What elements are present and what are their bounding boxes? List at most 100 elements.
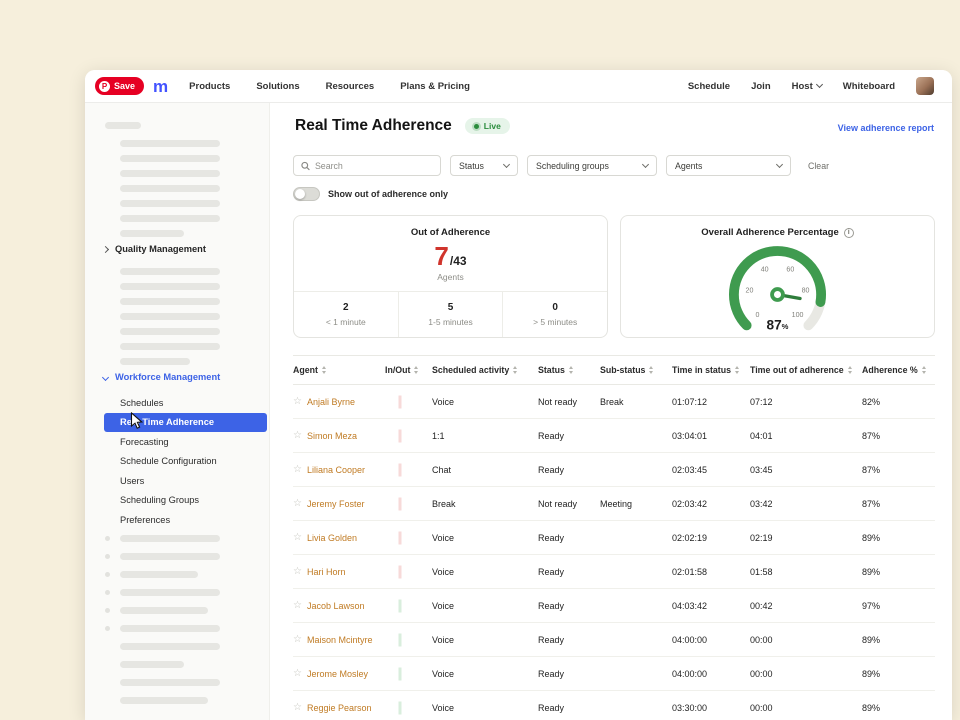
sidebar-item-workforce-management[interactable]: Workforce Management [103,372,220,382]
table-row[interactable]: ☆ Jacob Lawson Voice Ready 04:03:42 00:4… [293,589,935,623]
agents-subtitle: Agents [437,272,463,282]
sort-icon[interactable] [848,366,852,374]
sidebar-subitem-label: Preferences [120,515,170,525]
search-box[interactable] [293,155,441,176]
page-title: Real Time Adherence [295,117,452,135]
clear-filters-link[interactable]: Clear [808,161,829,171]
scheduling-groups-dropdown[interactable]: Scheduling groups [527,155,657,176]
sidebar-item-quality-management[interactable]: Quality Management [103,244,206,254]
scheduled-activity-cell: Voice [432,703,538,713]
column-header[interactable]: Time out of adherence [750,365,862,375]
table-row[interactable]: ☆ Maison Mcintyre Voice Ready 04:00:00 0… [293,623,935,657]
nav-right-items: Schedule Join Host Whiteboard [688,77,934,95]
sidebar-subitem-label: Real Time Adherence [120,417,214,427]
column-header[interactable]: Sub-status [600,365,672,375]
table-row[interactable]: ☆ Jeremy Foster Break Not ready Meeting … [293,487,935,521]
agent-link[interactable]: Jeremy Foster [307,499,365,509]
page: { "pinterest": { "save": "Save", "p": "P… [0,0,960,720]
nav-item-host[interactable]: Host [792,81,822,92]
sidebar-subitem[interactable]: Schedule Configuration [104,452,267,472]
sidebar: Quality Management Workforce Management … [85,103,270,720]
time-out-of-adherence-cell: 00:00 [750,703,862,713]
agent-link[interactable]: Liliana Cooper [307,465,365,475]
nav-item[interactable]: Solutions [256,81,299,92]
column-header[interactable]: In/Out [385,365,432,375]
agents-dropdown[interactable]: Agents [666,155,791,176]
table-row[interactable]: ☆ Reggie Pearson Voice Ready 03:30:00 00… [293,691,935,720]
nav-item[interactable]: Plans & Pricing [400,81,470,92]
agent-link[interactable]: Livia Golden [307,533,357,543]
sort-icon[interactable] [735,366,739,374]
skeleton-bar [120,140,220,147]
scheduled-activity-cell: Voice [432,635,538,645]
time-out-of-adherence-cell: 03:42 [750,499,862,509]
skeleton-bar [120,697,208,704]
user-avatar[interactable] [916,77,934,95]
sidebar-subitem[interactable]: Schedules [104,393,267,413]
star-icon[interactable]: ☆ [293,669,302,679]
star-icon[interactable]: ☆ [293,465,302,475]
nav-item-schedule[interactable]: Schedule [688,81,730,92]
table-row[interactable]: ☆ Liliana Cooper Chat Ready 02:03:45 03:… [293,453,935,487]
gauge-tick-100: 100 [792,311,804,319]
column-header[interactable]: Adherence % [862,365,935,375]
adherence-percent-cell: 87% [862,431,935,441]
column-header[interactable]: Scheduled activity [432,365,538,375]
star-icon[interactable]: ☆ [293,533,302,543]
nav-item-join[interactable]: Join [751,81,771,92]
star-icon[interactable]: ☆ [293,431,302,441]
column-header[interactable]: Status [538,365,600,375]
agent-link[interactable]: Jerome Mosley [307,669,368,679]
agent-link[interactable]: Hari Horn [307,567,346,577]
adherence-percent-cell: 87% [862,499,935,509]
star-icon[interactable]: ☆ [293,601,302,611]
table-row[interactable]: ☆ Hari Horn Voice Ready 02:01:58 01:58 8… [293,555,935,589]
brand-logo[interactable]: m [153,78,167,95]
scheduled-activity-cell: Voice [432,567,538,577]
info-icon[interactable] [844,228,854,238]
sort-icon[interactable] [414,366,418,374]
sort-icon[interactable] [513,366,517,374]
scheduled-activity-cell: Voice [432,601,538,611]
nav-item[interactable]: Resources [326,81,375,92]
star-icon[interactable]: ☆ [293,635,302,645]
sort-icon[interactable] [649,366,653,374]
star-icon[interactable]: ☆ [293,567,302,577]
out-of-adherence-count: 7 /43 [434,243,466,269]
status-cell: Ready [538,703,600,713]
sidebar-subitem[interactable]: Scheduling Groups [104,491,267,511]
column-header[interactable]: Time in status [672,365,750,375]
view-adherence-report-link[interactable]: View adherence report [838,123,934,133]
out-of-adherence-toggle[interactable] [293,187,320,201]
table-row[interactable]: ☆ Simon Meza 1:1 Ready 03:04:01 04:01 87… [293,419,935,453]
time-in-status-cell: 02:02:19 [672,533,750,543]
nav-item[interactable]: Products [189,81,230,92]
agent-link[interactable]: Jacob Lawson [307,601,365,611]
sidebar-subitem[interactable]: Users [104,471,267,491]
star-icon[interactable]: ☆ [293,397,302,407]
agent-link[interactable]: Reggie Pearson [307,703,372,713]
sidebar-subitem[interactable]: Forecasting [104,432,267,452]
nav-item-whiteboard[interactable]: Whiteboard [843,81,895,92]
table-row[interactable]: ☆ Livia Golden Voice Ready 02:02:19 02:1… [293,521,935,555]
star-icon[interactable]: ☆ [293,499,302,509]
sort-icon[interactable] [322,366,326,374]
column-header[interactable]: Agent [293,365,385,375]
adherence-percent-cell: 82% [862,397,935,407]
skeleton-bar [120,343,220,350]
sidebar-subitem[interactable]: Real Time Adherence [104,413,267,433]
agent-link[interactable]: Maison Mcintyre [307,635,373,645]
time-in-status-cell: 02:01:58 [672,567,750,577]
agent-link[interactable]: Simon Meza [307,431,357,441]
agent-link[interactable]: Anjali Byrne [307,397,355,407]
table-row[interactable]: ☆ Jerome Mosley Voice Ready 04:00:00 00:… [293,657,935,691]
sidebar-subitem[interactable]: Preferences [104,510,267,530]
table-row[interactable]: ☆ Anjali Byrne Voice Not ready Break 01:… [293,385,935,419]
adherence-percent-cell: 89% [862,567,935,577]
sort-icon[interactable] [922,366,926,374]
sort-icon[interactable] [569,366,573,374]
pinterest-save-button[interactable]: P Save [95,77,144,95]
status-dropdown[interactable]: Status [450,155,518,176]
search-input[interactable] [315,161,433,171]
star-icon[interactable]: ☆ [293,703,302,713]
